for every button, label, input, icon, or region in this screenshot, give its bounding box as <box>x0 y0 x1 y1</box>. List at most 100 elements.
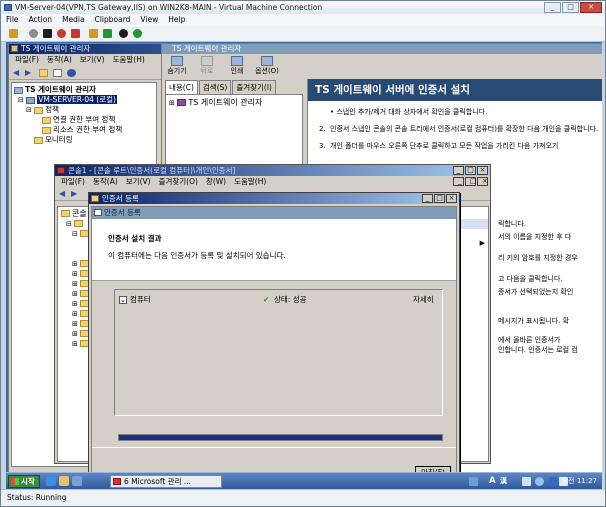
taskbar: 시작 6 Microsoft 관리 ... A 漢 오전 11:27 <box>6 472 602 489</box>
help-icon[interactable] <box>67 69 76 77</box>
menu-help[interactable]: Help <box>163 14 190 26</box>
options-icon <box>261 56 273 66</box>
print-button[interactable]: 인쇄 <box>224 56 250 75</box>
menu-action[interactable]: Action <box>24 14 58 26</box>
hide-button[interactable]: 숨기기 <box>164 56 190 75</box>
help-title: TS 게이트웨이 관리자 <box>172 44 242 53</box>
back-arrow-icon[interactable]: ◀ <box>13 69 23 77</box>
minimize-button[interactable]: _ <box>453 166 464 175</box>
reset-icon[interactable] <box>103 29 112 38</box>
close-button[interactable]: × <box>446 194 457 203</box>
step-2-text: 인증서 스냅인 콘솔의 콘솔 트리에서 인증서(로컬 컴퓨터)를 확장한 다음 … <box>330 125 599 133</box>
child-minimize-button[interactable]: _ <box>453 177 464 186</box>
menu-view[interactable]: View <box>135 14 163 26</box>
network-icon[interactable] <box>549 477 558 486</box>
ime-pad-icon[interactable] <box>522 477 531 486</box>
close-button[interactable]: ✕ <box>580 2 602 13</box>
hide-icon <box>171 56 183 66</box>
ts-manager-title: TS 게이트웨이 관리자 <box>21 44 91 53</box>
tree-resource-policy[interactable]: 리소스 권한 부여 정책 <box>42 125 122 135</box>
step-3-number: 3. <box>319 142 326 150</box>
ts-menu-view[interactable]: 보기(V) <box>76 54 109 66</box>
folder-icon <box>61 210 70 217</box>
minimize-button[interactable]: _ <box>544 2 561 13</box>
tree-root[interactable]: TS 게이트웨이 관리자 <box>14 85 96 95</box>
fragment-4: 고 다음을 클릭합니다. <box>498 275 563 283</box>
turn-off-icon[interactable] <box>43 29 52 38</box>
tree-server[interactable]: ⊟ VM-SERVER-04 (로컬) <box>18 95 117 105</box>
vm-window-controls: _ □ ✕ <box>543 2 602 13</box>
child-restore-button[interactable]: □ <box>465 177 477 186</box>
tree-monitoring[interactable]: 모니터링 <box>34 135 73 145</box>
snapshot-icon[interactable] <box>119 29 128 38</box>
back-icon <box>201 56 213 66</box>
console-menu-action[interactable]: 동작(A) <box>89 176 122 188</box>
menu-media[interactable]: Media <box>57 14 90 26</box>
help-heading: TS 게이트웨이 서버에 인증서 설치 <box>308 79 602 101</box>
console-tree-node[interactable]: ⊟ <box>66 219 85 229</box>
console-menu-window[interactable]: 창(W) <box>202 176 230 188</box>
console-menu-view[interactable]: 보기(V) <box>122 176 155 188</box>
input-mode-indicator[interactable]: A <box>489 475 496 488</box>
details-toggle[interactable]: 자세히 <box>413 294 434 306</box>
maximize-button[interactable]: □ <box>434 194 445 203</box>
guest-desktop: TS 게이트웨이 관리자 파일(F) 동작(A) 보기(V) 도움말(H) ◀ … <box>6 42 602 489</box>
server-manager-icon <box>14 86 23 94</box>
folder-icon <box>42 116 51 124</box>
explorer-icon[interactable] <box>59 476 69 486</box>
ie-icon[interactable] <box>46 476 56 486</box>
fragment-3: 리 키의 암호를 지정한 경우 <box>498 254 578 262</box>
show-tree-icon[interactable] <box>53 69 62 77</box>
console-menu-file[interactable]: 파일(F) <box>57 176 89 188</box>
tree-policy[interactable]: ⊟ 정책 <box>26 105 59 115</box>
ts-menu-file[interactable]: 파일(F) <box>11 54 43 66</box>
show-desktop-icon[interactable] <box>72 476 82 486</box>
book-icon <box>177 99 187 106</box>
start-icon[interactable] <box>29 29 38 38</box>
clock[interactable]: 오전 11:27 <box>562 475 597 488</box>
back-arrow-icon[interactable]: ◀ <box>59 190 69 198</box>
help-tray-icon[interactable] <box>535 477 544 486</box>
forward-arrow-icon[interactable]: ▶ <box>25 69 35 77</box>
back-button[interactable]: 뒤로 <box>194 56 220 75</box>
folder-icon <box>34 136 43 144</box>
maximize-button[interactable]: □ <box>562 2 579 13</box>
taskbar-mmc-button[interactable]: 6 Microsoft 관리 ... <box>110 475 222 488</box>
vm-title-bar: VM-Server-04(VPN,TS Gateway,IIS) on WIN2… <box>1 1 605 14</box>
cert-window-controls: _ □ × <box>421 194 457 203</box>
tab-favorites[interactable]: 즐겨찾기(I) <box>232 80 276 94</box>
revert-icon[interactable] <box>133 29 142 38</box>
pause-icon[interactable] <box>89 29 98 38</box>
forward-arrow-icon[interactable]: ▶ <box>71 190 81 198</box>
console-menu-help[interactable]: 도움말(H) <box>230 176 270 188</box>
child-close-button[interactable]: × <box>477 177 488 186</box>
expand-checkbox[interactable]: ⌄ <box>119 296 127 304</box>
console-menu-favorites[interactable]: 즐겨찾기(O) <box>155 176 202 188</box>
cert-inner-title: 인증서 등록 <box>104 208 141 217</box>
tree-connection-policy[interactable]: 연결 권한 부여 정책 <box>42 115 115 125</box>
tab-contents[interactable]: 내용(C) <box>165 80 198 94</box>
tab-search[interactable]: 검색(S) <box>198 80 232 94</box>
language-bar-icon[interactable] <box>469 477 478 486</box>
toc-item[interactable]: ⊞ TS 게이트웨이 관리자 <box>169 98 262 108</box>
menu-file[interactable]: File <box>1 14 24 26</box>
start-button[interactable]: 시작 <box>8 475 40 488</box>
ctrl-alt-del-icon[interactable] <box>9 29 18 38</box>
options-button[interactable]: 옵션(O) <box>254 56 280 75</box>
fragment-2: 서의 이름을 지정한 후 다 <box>498 233 572 241</box>
menu-clipboard[interactable]: Clipboard <box>90 14 136 26</box>
minimize-button[interactable]: _ <box>422 194 433 203</box>
tree-server-label: VM-SERVER-04 (로컬) <box>37 95 117 104</box>
up-folder-icon[interactable] <box>39 69 48 77</box>
hanja-indicator[interactable]: 漢 <box>500 475 507 488</box>
ts-menu-action[interactable]: 동작(A) <box>43 54 76 66</box>
toc-item-label: TS 게이트웨이 관리자 <box>188 98 263 107</box>
help-body: • 스냅인 추가/제거 대화 상자에서 확인을 클릭합니다. 2. 인증서 스냅인… <box>308 101 602 151</box>
maximize-button[interactable]: □ <box>465 166 476 175</box>
shutdown-icon[interactable] <box>57 29 66 38</box>
close-button[interactable]: × <box>477 166 488 175</box>
cert-result-row[interactable]: ⌄ 컴퓨터 ✔ 상태: 성공 자세히 <box>119 294 439 306</box>
expand-arrow-icon[interactable]: ▶ <box>480 239 485 247</box>
ts-menu-help[interactable]: 도움말(H) <box>109 54 149 66</box>
save-state-icon[interactable] <box>71 29 80 38</box>
